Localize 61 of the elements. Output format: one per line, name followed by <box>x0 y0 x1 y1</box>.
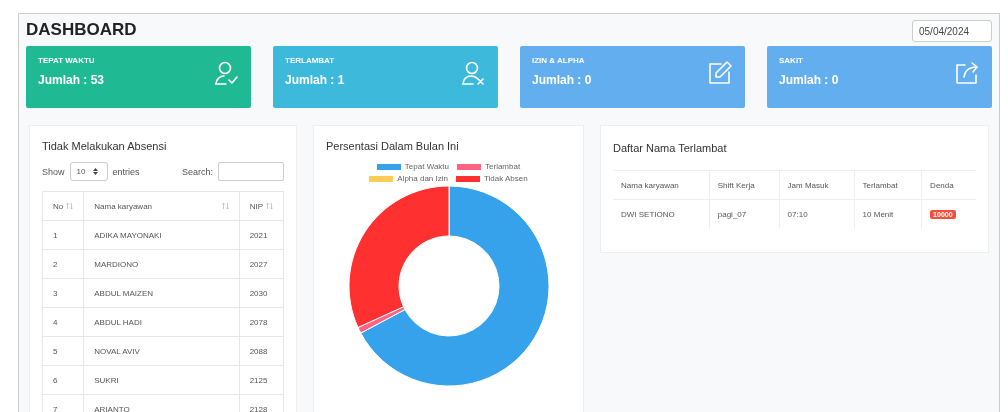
dashboard-title: DASHBOARD <box>26 19 137 40</box>
date-field[interactable]: 05/04/2024 <box>912 20 992 42</box>
table-cell: 2 <box>42 249 84 279</box>
table-cell: 2078 <box>239 307 284 337</box>
column-header: Terlambat <box>854 170 922 200</box>
legend-label: Tepat Waktu <box>404 162 449 171</box>
card-count: Jumlah : 1 <box>285 73 345 87</box>
column-header: Denda <box>921 170 976 200</box>
table-cell: 3 <box>42 278 84 308</box>
sort-icon <box>266 202 273 210</box>
column-header[interactable]: No <box>42 191 84 221</box>
legend-label: Alpha dan Izin <box>397 174 448 183</box>
table-cell: pagi_07 <box>709 199 780 228</box>
table-cell: NOVAL AVIV <box>83 336 240 366</box>
search-label: Search: <box>181 166 213 177</box>
table-cell: ABDUL MAIZEN <box>83 278 240 308</box>
card-label: TERLAMBAT <box>285 56 336 65</box>
card-label: TEPAT WAKTU <box>38 56 96 65</box>
column-header: Nama karyawan <box>613 170 710 200</box>
table-cell: 2088 <box>239 336 284 366</box>
user-remove-icon <box>460 60 486 86</box>
table-cell: 6 <box>42 365 84 395</box>
table-cell: 07:10 <box>779 199 855 228</box>
column-header: Jam Masuk <box>779 170 855 200</box>
column-header[interactable]: NIP <box>239 191 284 221</box>
sort-icon <box>66 202 74 210</box>
legend-label: Tidak Absen <box>484 174 528 183</box>
column-header[interactable]: Nama karyawan <box>83 191 240 221</box>
user-check-icon <box>213 60 239 86</box>
table-cell: SUKRI <box>83 365 240 395</box>
table-cell: DWI SETIONO <box>613 199 710 228</box>
panel-title: Persentasi Dalam Bulan Ini <box>326 140 460 152</box>
share-icon <box>954 60 980 86</box>
card-label: IZIN & ALPHA <box>532 56 586 65</box>
table-cell: ADIKA MAYONAKI <box>83 220 240 250</box>
table-cell: 2125 <box>239 365 284 395</box>
table-cell: 10 Menit <box>854 199 922 228</box>
table-cell: 1 <box>42 220 84 250</box>
table-cell: 2030 <box>239 278 284 308</box>
table-cell: 5 <box>42 336 84 366</box>
table-cell: 7 <box>42 394 84 412</box>
edit-icon <box>707 60 733 86</box>
sort-icon <box>221 202 229 210</box>
panel-title: Daftar Nama Terlambat <box>613 142 728 154</box>
entries-label: entries <box>112 166 140 177</box>
table-cell: 2021 <box>239 220 284 250</box>
column-header: Shift Kerja <box>709 170 780 200</box>
table-cell: ABDUL HADI <box>83 307 240 337</box>
panel-title: Tidak Melakukan Absensi <box>42 140 168 152</box>
card-label: SAKIT <box>779 56 804 65</box>
legend-label: Terlambat <box>485 162 521 171</box>
show-label: Show <box>42 166 65 177</box>
card-count: Jumlah : 0 <box>532 73 592 87</box>
table-cell: 2027 <box>239 249 284 279</box>
card-count: Jumlah : 0 <box>779 73 839 87</box>
table-cell: 4 <box>42 307 84 337</box>
search-field[interactable] <box>218 162 284 181</box>
spinner-icon <box>93 168 99 175</box>
page-size-select[interactable]: 10 <box>69 162 108 181</box>
card-count: Jumlah : 53 <box>38 73 105 87</box>
table-cell: MARDIONO <box>83 249 240 279</box>
